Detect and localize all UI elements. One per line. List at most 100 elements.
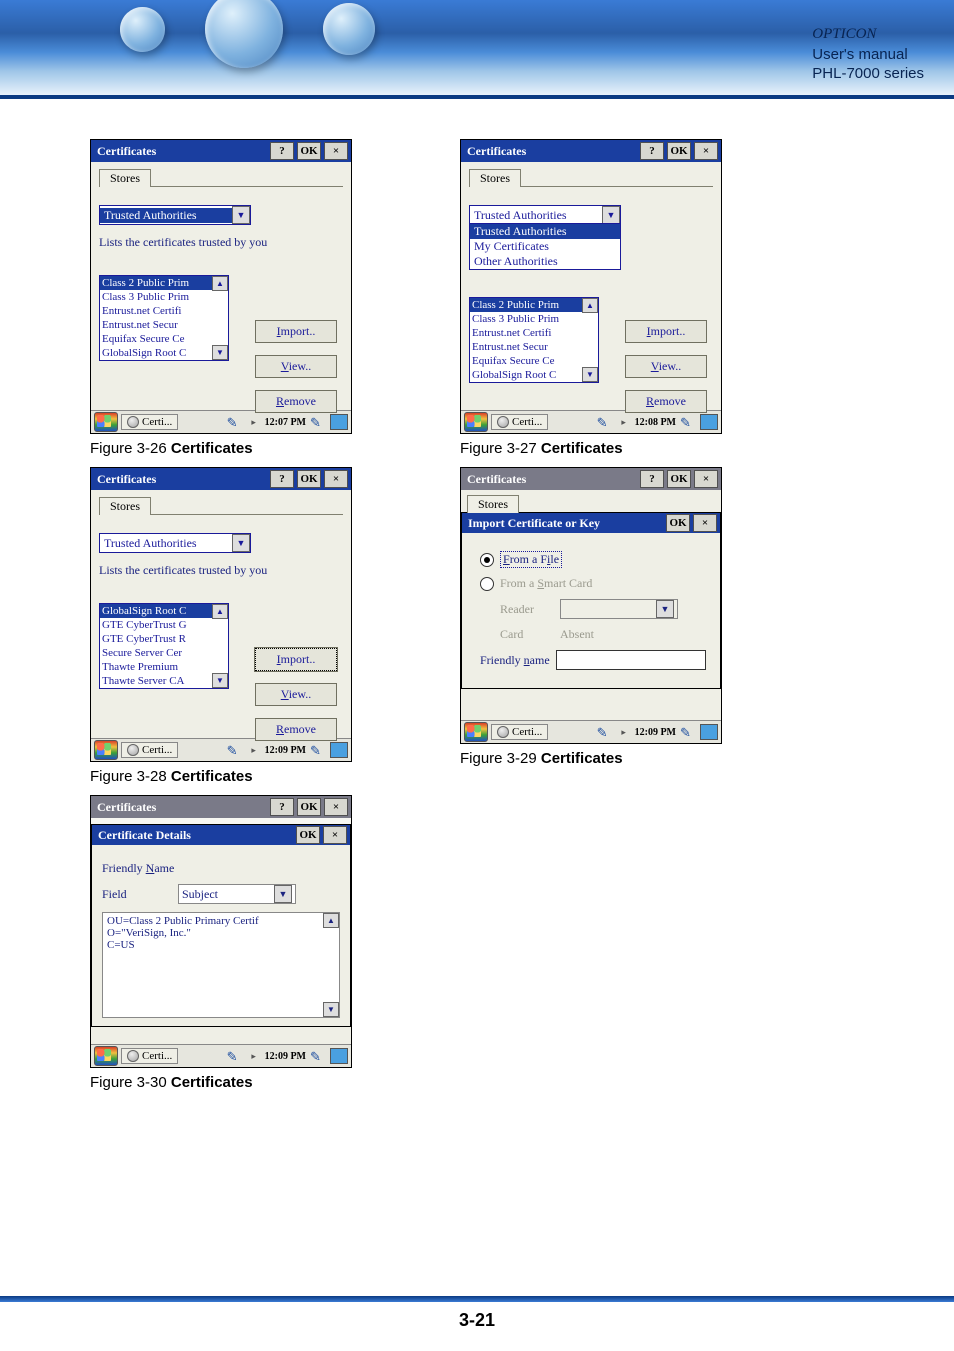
network-tray-icon[interactable] [330,1048,348,1064]
scroll-down-icon[interactable]: ▼ [323,1002,339,1017]
list-item[interactable]: GlobalSign Root C [100,346,228,360]
pen-tray-icon[interactable] [597,725,613,739]
close-button[interactable]: × [323,826,347,844]
list-item[interactable]: Entrust.net Certifi [100,304,228,318]
list-item[interactable]: Equifax Secure Ce [100,332,228,346]
friendly-name-input[interactable] [556,650,706,670]
radio-from-file-row[interactable]: From a File [480,551,706,568]
taskbar-app[interactable]: Certi... [121,742,178,758]
scroll-down-icon[interactable]: ▼ [212,345,228,360]
list-item[interactable]: Thawte Premium [100,660,228,674]
chevron-down-icon[interactable]: ▼ [274,885,292,903]
taskbar-app[interactable]: Certi... [121,414,178,430]
ok-button[interactable]: OK [667,470,691,488]
network-tray-icon[interactable] [700,724,718,740]
tab-stores[interactable]: Stores [99,497,151,515]
ok-button[interactable]: OK [297,798,321,816]
list-item[interactable]: Equifax Secure Ce [470,354,598,368]
radio-off-icon[interactable] [480,577,494,591]
store-dropdown[interactable]: Trusted Authorities ▼ [469,205,621,225]
help-button[interactable]: ? [270,470,294,488]
close-button[interactable]: × [324,798,348,816]
remove-button[interactable]: Remove [625,390,707,413]
scroll-down-icon[interactable]: ▼ [212,673,228,688]
list-item[interactable]: Secure Server Cer [100,646,228,660]
scroll-up-icon[interactable]: ▲ [582,298,598,313]
taskbar-app[interactable]: Certi... [491,414,548,430]
close-button[interactable]: × [694,142,718,160]
list-item[interactable]: GlobalSign Root C [470,368,598,382]
chevron-down-icon[interactable]: ▼ [602,206,620,224]
scroll-up-icon[interactable]: ▲ [323,913,339,928]
field-select[interactable]: Subject▼ [178,884,296,904]
help-button[interactable]: ? [640,142,664,160]
help-button[interactable]: ? [270,798,294,816]
taskbar-app[interactable]: Certi... [491,724,548,740]
scroll-up-icon[interactable]: ▲ [212,276,228,291]
list-item[interactable]: GTE CyberTrust R [100,632,228,646]
start-button[interactable] [464,722,488,742]
dropdown-option[interactable]: Other Authorities [470,254,620,269]
start-button[interactable] [464,412,488,432]
store-dropdown-list[interactable]: Trusted Authorities My Certificates Othe… [469,223,621,270]
list-item[interactable]: Class 3 Public Prim [100,290,228,304]
list-item[interactable]: Entrust.net Secur [100,318,228,332]
scroll-down-icon[interactable]: ▼ [582,367,598,382]
cert-listbox[interactable]: Class 2 Public Prim Class 3 Public Prim … [99,275,229,361]
pen-tray-icon[interactable] [227,415,243,429]
list-item[interactable]: GTE CyberTrust G [100,618,228,632]
ok-button[interactable]: OK [296,826,320,844]
ok-button[interactable]: OK [297,470,321,488]
sip-tray-icon[interactable] [310,1049,326,1063]
chevron-down-icon[interactable]: ▼ [232,534,250,552]
help-button[interactable]: ? [270,142,294,160]
list-item[interactable]: Class 2 Public Prim [100,276,228,290]
remove-button[interactable]: Remove [255,390,337,413]
store-dropdown[interactable]: Trusted Authorities ▼ [99,205,251,225]
tab-stores[interactable]: Stores [469,169,521,187]
list-item[interactable]: Thawte Server CA [100,674,228,688]
start-button[interactable] [94,412,118,432]
view-button[interactable]: View.. [625,355,707,378]
tab-stores[interactable]: Stores [467,495,519,513]
cert-listbox[interactable]: GlobalSign Root C GTE CyberTrust G GTE C… [99,603,229,689]
scroll-up-icon[interactable]: ▲ [212,604,228,619]
close-button[interactable]: × [693,514,717,532]
list-item[interactable]: Class 3 Public Prim [470,312,598,326]
list-item[interactable]: GlobalSign Root C [100,604,228,618]
radio-on-icon[interactable] [480,553,494,567]
remove-button[interactable]: Remove [255,718,337,741]
sip-tray-icon[interactable] [310,743,326,757]
list-item[interactable]: Entrust.net Certifi [470,326,598,340]
import-button[interactable]: Import.. [255,320,337,343]
dropdown-option[interactable]: Trusted Authorities [470,224,620,239]
import-button[interactable]: Import.. [625,320,707,343]
sip-tray-icon[interactable] [680,725,696,739]
cert-listbox[interactable]: Class 2 Public Prim Class 3 Public Prim … [469,297,599,383]
close-button[interactable]: × [694,470,718,488]
view-button[interactable]: View.. [255,683,337,706]
detail-textbox[interactable]: OU=Class 2 Public Primary Certif O="Veri… [102,912,340,1018]
sip-tray-icon[interactable] [310,415,326,429]
close-button[interactable]: × [324,142,348,160]
store-dropdown[interactable]: Trusted Authorities ▼ [99,533,251,553]
radio-from-smartcard-row[interactable]: From a Smart Card [480,576,706,591]
sip-tray-icon[interactable] [680,415,696,429]
ok-button[interactable]: OK [666,514,690,532]
dropdown-option[interactable]: My Certificates [470,239,620,254]
start-button[interactable] [94,1046,118,1066]
tab-stores[interactable]: Stores [99,169,151,187]
list-item[interactable]: Class 2 Public Prim [470,298,598,312]
ok-button[interactable]: OK [297,142,321,160]
reader-select[interactable]: ▼ [560,599,678,619]
ok-button[interactable]: OK [667,142,691,160]
list-item[interactable]: Entrust.net Secur [470,340,598,354]
start-button[interactable] [94,740,118,760]
import-button[interactable]: Import.. [255,648,337,671]
pen-tray-icon[interactable] [227,1049,243,1063]
pen-tray-icon[interactable] [597,415,613,429]
help-button[interactable]: ? [640,470,664,488]
pen-tray-icon[interactable] [227,743,243,757]
taskbar-app[interactable]: Certi... [121,1048,178,1064]
chevron-down-icon[interactable]: ▼ [232,206,250,224]
